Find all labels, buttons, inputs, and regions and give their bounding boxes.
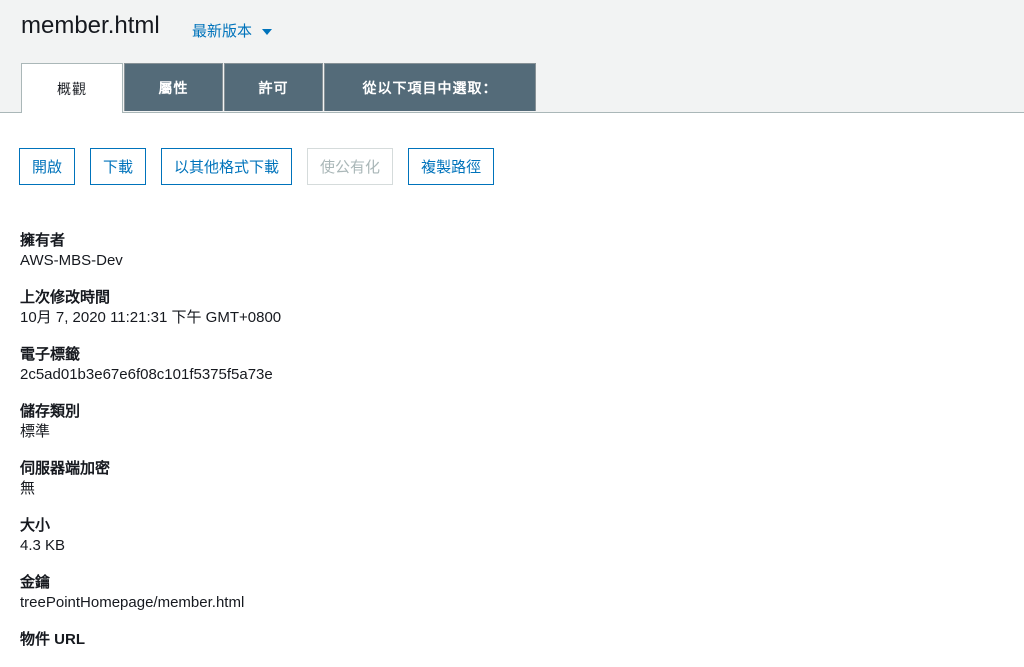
tab-bar: 概觀 屬性 許可 從以下項目中選取： bbox=[21, 63, 537, 113]
tab-select-from[interactable]: 從以下項目中選取： bbox=[324, 63, 536, 111]
action-bar: 開啟 下載 以其他格式下載 使公有化 複製路徑 bbox=[19, 148, 509, 185]
field-label: 上次修改時間 bbox=[20, 289, 111, 306]
object-details: 擁有者 AWS-MBS-Dev 上次修改時間 10月 7, 2020 11:21… bbox=[20, 231, 281, 667]
field-value: 無 bbox=[20, 480, 36, 497]
tab-overview[interactable]: 概觀 bbox=[21, 63, 123, 113]
field-label: 物件 URL bbox=[20, 631, 85, 648]
object-header: member.html 最新版本 概觀 屬性 許可 從以下項目中選取： bbox=[0, 0, 1024, 113]
caret-down-icon bbox=[262, 28, 273, 35]
field-label: 大小 bbox=[20, 517, 51, 534]
version-label: 最新版本 bbox=[192, 23, 253, 40]
field-etag: 電子標籤 2c5ad01b3e67e6f08c101f5375f5a73e bbox=[20, 345, 281, 385]
field-size: 大小 4.3 KB bbox=[20, 516, 281, 556]
tab-properties[interactable]: 屬性 bbox=[124, 63, 223, 111]
field-label: 伺服器端加密 bbox=[20, 460, 111, 477]
field-value: 2c5ad01b3e67e6f08c101f5375f5a73e bbox=[20, 366, 273, 383]
version-dropdown[interactable]: 最新版本 bbox=[192, 20, 273, 41]
field-label: 電子標籤 bbox=[20, 346, 81, 363]
field-label: 儲存類別 bbox=[20, 403, 81, 420]
open-button[interactable]: 開啟 bbox=[19, 148, 76, 185]
field-owner: 擁有者 AWS-MBS-Dev bbox=[20, 231, 281, 271]
field-key: 金鑰 treePointHomepage/member.html bbox=[20, 573, 281, 613]
download-button[interactable]: 下載 bbox=[90, 148, 147, 185]
field-storage-class: 儲存類別 標準 bbox=[20, 402, 281, 442]
field-encryption: 伺服器端加密 無 bbox=[20, 459, 281, 499]
download-as-button[interactable]: 以其他格式下載 bbox=[161, 148, 293, 185]
field-label: 金鑰 bbox=[20, 574, 51, 591]
field-last-modified: 上次修改時間 10月 7, 2020 11:21:31 下午 GMT+0800 bbox=[20, 288, 281, 328]
object-title: member.html bbox=[21, 12, 160, 39]
field-value: treePointHomepage/member.html bbox=[20, 594, 245, 611]
field-value: 10月 7, 2020 11:21:31 下午 GMT+0800 bbox=[20, 309, 282, 326]
field-value: AWS-MBS-Dev bbox=[20, 252, 123, 269]
field-object-url: 物件 URL bbox=[20, 630, 281, 650]
make-public-button[interactable]: 使公有化 bbox=[307, 148, 394, 185]
tab-permissions[interactable]: 許可 bbox=[224, 63, 323, 111]
copy-path-button[interactable]: 複製路徑 bbox=[408, 148, 495, 185]
field-value: 4.3 KB bbox=[20, 537, 66, 554]
field-label: 擁有者 bbox=[20, 232, 66, 249]
field-value: 標準 bbox=[20, 423, 51, 440]
